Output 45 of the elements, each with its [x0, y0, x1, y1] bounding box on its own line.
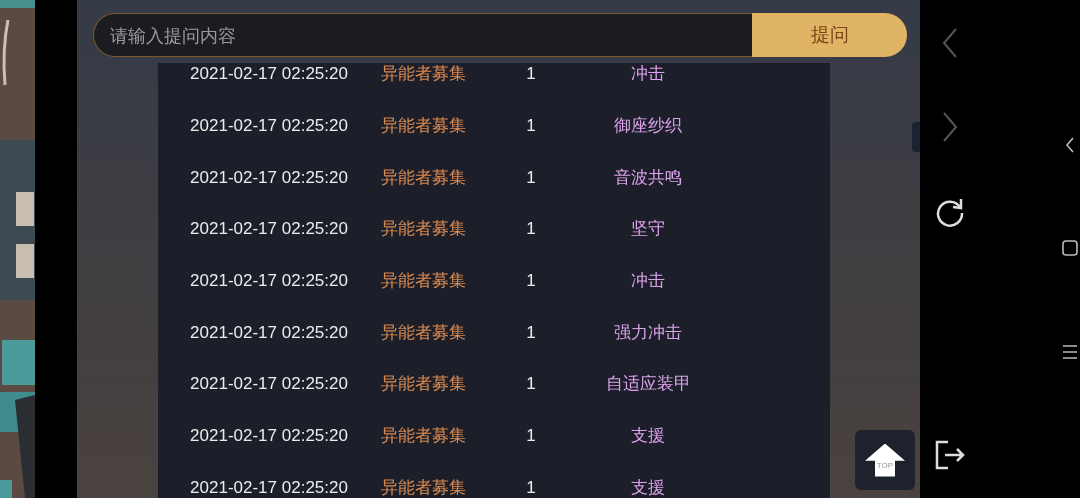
back-icon[interactable] — [1065, 137, 1075, 153]
table-cell: 异能者募集 — [380, 375, 466, 393]
table-cell: 异能者募集 — [380, 427, 466, 445]
back-to-top-button[interactable]: TOP — [855, 430, 915, 490]
table-cell: 异能者募集 — [380, 478, 466, 496]
table-cell-text: 2021-02-17 02:25:20 — [189, 427, 349, 445]
table-cell: 异能者募集 — [380, 65, 466, 83]
table-cell: 异能者募集 — [380, 323, 466, 341]
table-cell: 异能者募集 — [380, 220, 466, 238]
table-cell-text: 2021-02-17 02:25:20 — [189, 117, 349, 135]
table-cell: 异能者募集 — [380, 117, 466, 135]
table-cell-text: 1 — [525, 272, 537, 290]
table-cell-text: 1 — [525, 117, 537, 135]
table-cell-text: 1 — [525, 427, 537, 445]
table-cell-text: 2021-02-17 02:25:20 — [189, 168, 349, 186]
table-cell-text: 音波共鸣 — [613, 168, 683, 186]
table-cell-text: 坚守 — [630, 220, 666, 238]
table-cell-text: 2021-02-17 02:25:20 — [189, 272, 349, 290]
table-cell: 异能者募集 — [380, 168, 466, 186]
table-cell-text: 2021-02-17 02:25:20 — [189, 323, 349, 341]
table-cell-text: 1 — [525, 375, 537, 393]
search-field[interactable]: 请输入提问内容 — [93, 13, 752, 57]
table-cell-text: 1 — [525, 478, 537, 496]
table-cell-text: 2021-02-17 02:25:20 — [189, 478, 349, 496]
table-cell-text: 2021-02-17 02:25:20 — [189, 375, 349, 393]
scrollbar-thumb[interactable] — [912, 122, 920, 152]
table-cell-text: 2021-02-17 02:25:20 — [189, 220, 349, 238]
table-cell-text: 支援 — [630, 427, 666, 445]
table-cell-text: 强力冲击 — [613, 323, 683, 341]
home-icon[interactable] — [1062, 240, 1078, 256]
table-cell-text: 自适应装甲 — [604, 375, 692, 393]
table-cell-text: 1 — [525, 323, 537, 341]
menu-icon[interactable] — [1062, 345, 1078, 359]
table-cell-text: 支援 — [630, 478, 666, 496]
table-cell-text: 1 — [525, 168, 537, 186]
table-cell-text: 冲击 — [630, 65, 666, 83]
table-cell-text: 2021-02-17 02:25:20 — [189, 65, 349, 83]
table-cell: 异能者募集 — [380, 272, 466, 290]
table-cell-text: 冲击 — [630, 272, 666, 290]
table-cell-text: 1 — [525, 220, 537, 238]
ask-button[interactable]: 提问 — [752, 13, 907, 57]
table-cell-text: 御座纱织 — [613, 117, 683, 135]
forward-icon[interactable] — [942, 112, 958, 142]
exit-icon[interactable] — [934, 440, 966, 470]
table-cell-text: 1 — [525, 65, 537, 83]
